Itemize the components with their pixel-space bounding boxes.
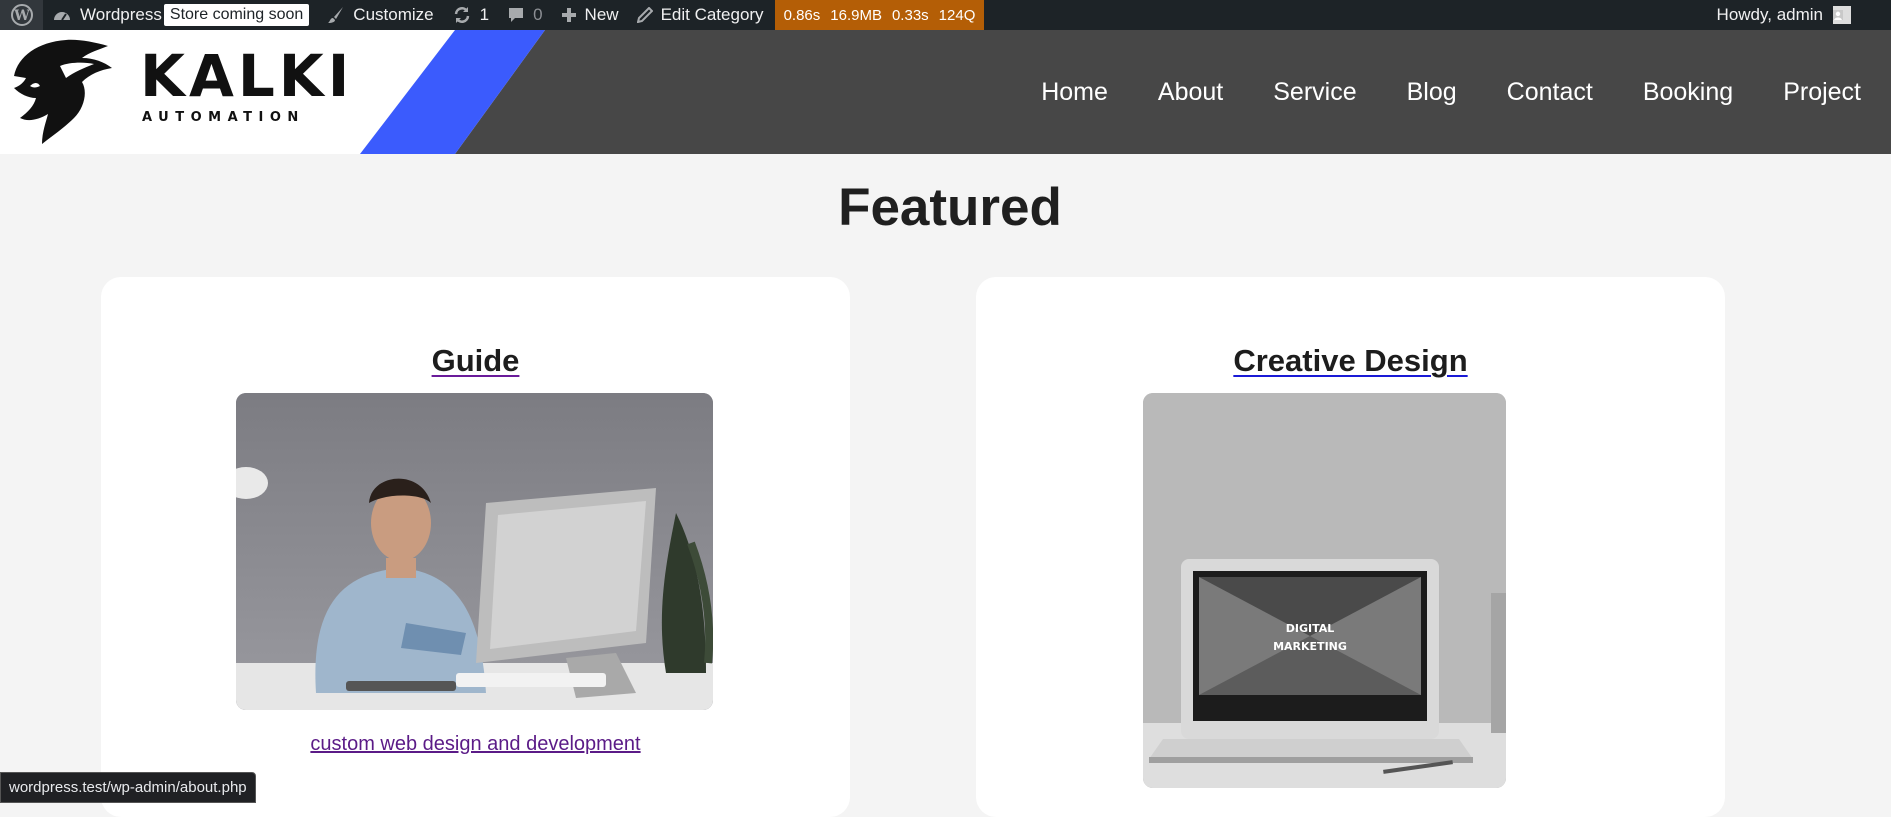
guide-photo[interactable] — [236, 393, 713, 710]
wordpress-logo-menu[interactable]: W — [0, 0, 43, 30]
edit-category-label: Edit Category — [660, 5, 764, 24]
laptop-image: DIGITAL MARKETING — [1143, 393, 1506, 788]
brand-logo[interactable]: KALKI AUTOMATION — [140, 46, 353, 125]
nav-service[interactable]: Service — [1273, 78, 1356, 107]
qm-time: 0.86s — [783, 6, 821, 24]
nav-project[interactable]: Project — [1783, 78, 1861, 107]
updates-link[interactable]: 1 — [443, 0, 498, 30]
comments-link[interactable]: 0 — [498, 0, 551, 30]
paintbrush-icon — [328, 7, 344, 23]
nav-booking[interactable]: Booking — [1643, 78, 1733, 107]
card-title-link[interactable]: Creative Design — [976, 343, 1725, 379]
nav-home[interactable]: Home — [1041, 78, 1108, 107]
card-title-text: Guide — [431, 343, 520, 378]
featured-card-guide: Guide custom web design and development — [101, 277, 850, 817]
card-description-link[interactable]: custom web design and development — [101, 733, 850, 756]
brand-name: KALKI — [140, 42, 354, 110]
horse-logo-icon[interactable] — [8, 36, 118, 148]
new-content-menu[interactable]: New — [552, 0, 628, 30]
pencil-icon — [636, 7, 653, 23]
updates-count: 1 — [479, 5, 490, 24]
browser-status-url: wordpress.test/wp-admin/about.php — [0, 772, 256, 803]
comments-count: 0 — [533, 5, 543, 24]
featured-card-creative-design: Creative Design DIGITAL MARKETING — [976, 277, 1725, 817]
new-label: New — [584, 5, 619, 24]
card-title-text: Creative Design — [1233, 343, 1468, 378]
admin-bar: W Wordpress Store coming soon Customize … — [0, 0, 1891, 30]
customize-link[interactable]: Customize — [318, 0, 442, 30]
store-status-badge: Store coming soon — [163, 4, 310, 26]
customize-label: Customize — [353, 5, 434, 24]
nav-blog[interactable]: Blog — [1407, 78, 1457, 107]
site-name-menu[interactable]: Wordpress Store coming soon — [43, 0, 318, 30]
laptop-screen-text-2: MARKETING — [1273, 640, 1347, 653]
howdy-greeting: Howdy, admin — [1716, 5, 1823, 24]
site-header: KALKI AUTOMATION Home About Service Blog… — [0, 30, 1891, 154]
main-navigation: Home About Service Blog Contact Booking … — [1041, 30, 1891, 154]
card-title-link[interactable]: Guide — [101, 343, 850, 379]
qm-queries: 124Q — [938, 6, 976, 24]
brand-tagline: AUTOMATION — [142, 110, 305, 125]
updates-icon — [454, 7, 469, 23]
avatar — [1833, 6, 1851, 24]
plus-icon — [561, 8, 576, 22]
my-account-menu[interactable]: Howdy, admin — [1717, 0, 1851, 30]
section-title: Featured — [838, 178, 1062, 237]
edit-category-link[interactable]: Edit Category — [628, 0, 773, 30]
laptop-screen-text-1: DIGITAL — [1286, 622, 1335, 635]
svg-text:W: W — [13, 8, 30, 24]
wordpress-icon: W — [10, 4, 33, 26]
query-monitor-stats[interactable]: 0.86s 16.9MB 0.33s 124Q — [774, 0, 985, 30]
dashboard-icon — [54, 12, 70, 21]
man-at-computer-image — [236, 393, 713, 710]
qm-memory: 16.9MB — [830, 6, 882, 24]
creative-design-photo[interactable]: DIGITAL MARKETING — [1143, 393, 1506, 788]
nav-contact[interactable]: Contact — [1507, 78, 1593, 107]
site-name: Wordpress — [80, 5, 162, 24]
qm-db-time: 0.33s — [891, 6, 929, 24]
user-avatar-icon — [1833, 10, 1843, 20]
comment-icon — [509, 8, 524, 22]
nav-about[interactable]: About — [1158, 78, 1223, 107]
